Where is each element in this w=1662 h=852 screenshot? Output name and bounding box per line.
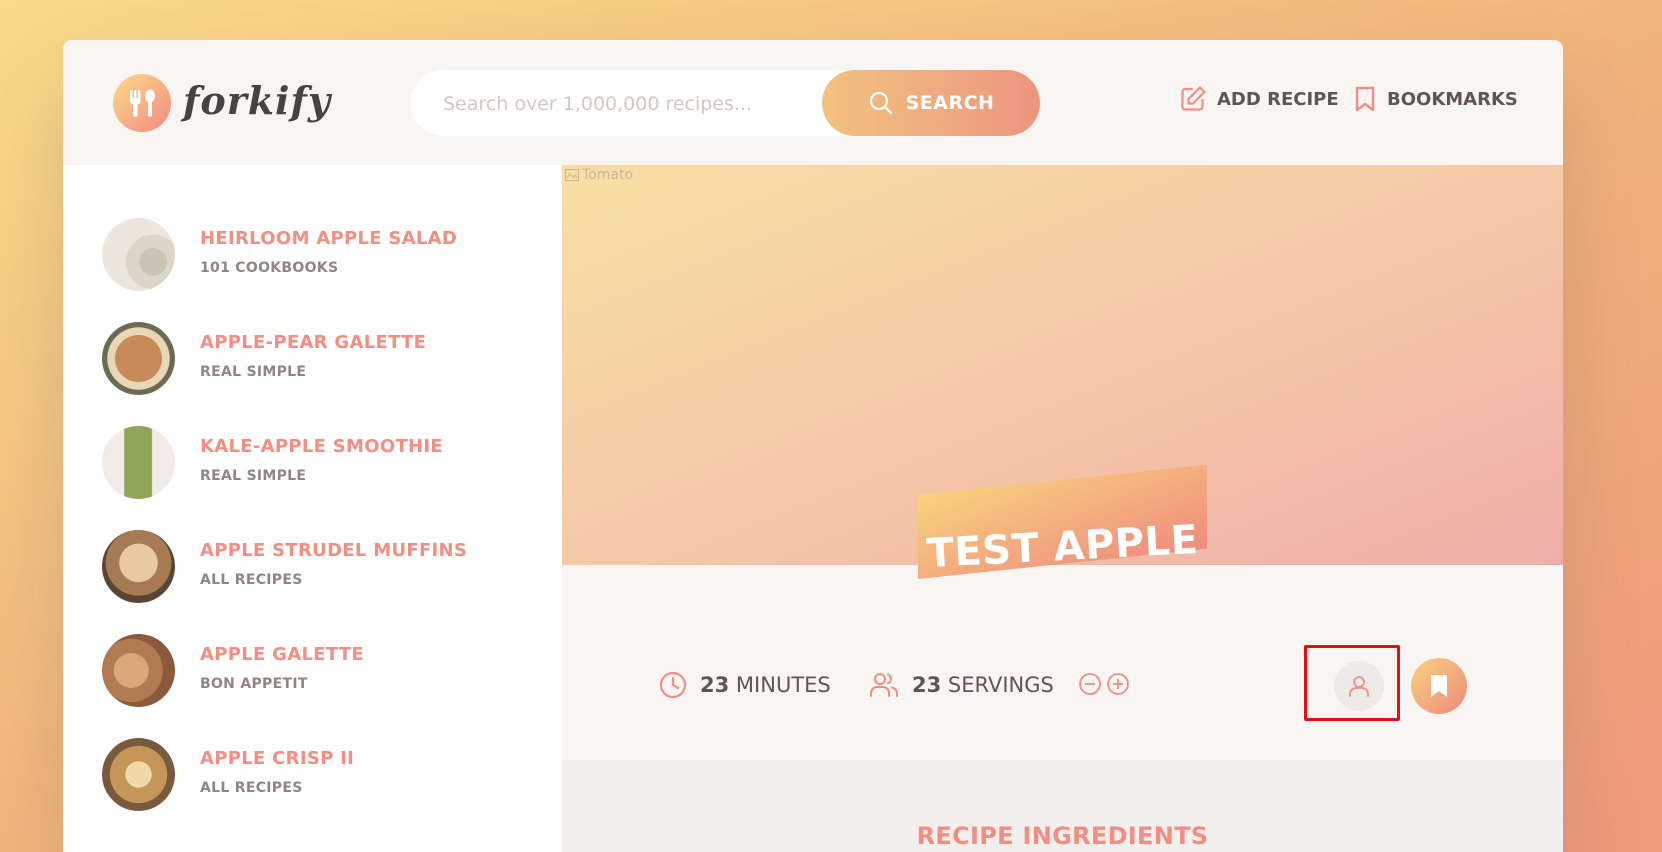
result-title: APPLE-PEAR GALETTE: [200, 332, 427, 353]
bookmark-fill-icon: [1431, 675, 1447, 697]
search-results: HEIRLOOM APPLE SALAD 101 COOKBOOKS APPLE…: [63, 165, 562, 852]
servings-info: 23 SERVINGS: [868, 670, 1054, 700]
bookmarks-label: BOOKMARKS: [1387, 88, 1518, 110]
bookmark-recipe-button[interactable]: [1411, 658, 1467, 714]
servings-controls: [1078, 672, 1130, 696]
search-button[interactable]: SEARCH: [822, 70, 1040, 136]
header: forkify SEARCH ADD RECIPE BOOKMARKS: [63, 40, 1563, 165]
result-item[interactable]: HEIRLOOM APPLE SALAD 101 COOKBOOKS: [102, 218, 542, 298]
add-recipe-label: ADD RECIPE: [1217, 88, 1339, 110]
recipe-view: Tomato TEST APPLE 23 MINUTES 23 SERVINGS…: [562, 165, 1563, 852]
users-icon: [870, 673, 899, 697]
result-item[interactable]: APPLE-PEAR GALETTE REAL SIMPLE: [102, 322, 542, 402]
result-title: KALE-APPLE SMOOTHIE: [200, 436, 443, 457]
result-publisher: BON APPETIT: [200, 676, 308, 692]
user-generated-badge: [1334, 661, 1384, 711]
app-name: forkify: [183, 78, 331, 123]
result-publisher: ALL RECIPES: [200, 572, 303, 588]
bookmark-icon: [1355, 86, 1375, 112]
recipe-thumbnail: [102, 634, 175, 707]
plus-circle-icon[interactable]: [1106, 672, 1130, 696]
image-alt-text: Tomato: [582, 167, 634, 183]
result-title: HEIRLOOM APPLE SALAD: [200, 228, 458, 249]
minus-circle-icon[interactable]: [1078, 672, 1102, 696]
recipe-thumbnail: [102, 426, 175, 499]
result-publisher: 101 COOKBOOKS: [200, 260, 339, 276]
ingredients-section: RECIPE INGREDIENTS: [562, 760, 1563, 852]
cooking-time: 23 MINUTES: [658, 670, 831, 700]
servings-label: SERVINGS: [947, 673, 1054, 697]
search-button-label: SEARCH: [905, 92, 995, 114]
result-publisher: REAL SIMPLE: [200, 468, 307, 484]
user-icon: [1349, 676, 1369, 697]
search-bar: SEARCH: [411, 70, 1040, 136]
edit-icon: [1181, 86, 1206, 111]
clock-icon: [659, 671, 687, 699]
recipe-thumbnail: [102, 530, 175, 603]
search-input[interactable]: [441, 86, 805, 122]
search-icon: [869, 91, 892, 115]
result-item[interactable]: APPLE GALETTE BON APPETIT: [102, 634, 542, 714]
minutes-label: MINUTES: [735, 673, 831, 697]
result-publisher: REAL SIMPLE: [200, 364, 307, 380]
result-title: APPLE STRUDEL MUFFINS: [200, 540, 468, 561]
logo: [113, 74, 171, 132]
broken-image: Tomato: [564, 167, 633, 183]
recipe-thumbnail: [102, 738, 175, 811]
ingredients-heading: RECIPE INGREDIENTS: [916, 822, 1209, 850]
minutes-value: 23: [700, 673, 730, 697]
app-container: forkify SEARCH ADD RECIPE BOOKMARKS: [63, 40, 1563, 852]
add-recipe-button[interactable]: ADD RECIPE: [1179, 85, 1339, 113]
result-title: APPLE CRISP II: [200, 748, 355, 769]
broken-image-icon: [565, 169, 579, 181]
result-item[interactable]: APPLE STRUDEL MUFFINS ALL RECIPES: [102, 530, 542, 610]
recipe-thumbnail: [102, 218, 175, 291]
bookmarks-button[interactable]: BOOKMARKS: [1353, 85, 1518, 113]
fork-spoon-icon: [130, 89, 155, 117]
result-item[interactable]: KALE-APPLE SMOOTHIE REAL SIMPLE: [102, 426, 542, 506]
result-publisher: ALL RECIPES: [200, 780, 303, 796]
result-item[interactable]: APPLE CRISP II ALL RECIPES: [102, 738, 542, 818]
recipe-details: 23 MINUTES 23 SERVINGS: [562, 565, 1563, 760]
servings-value: 23: [912, 673, 942, 697]
result-title: APPLE GALETTE: [200, 644, 364, 665]
recipe-thumbnail: [102, 322, 175, 395]
